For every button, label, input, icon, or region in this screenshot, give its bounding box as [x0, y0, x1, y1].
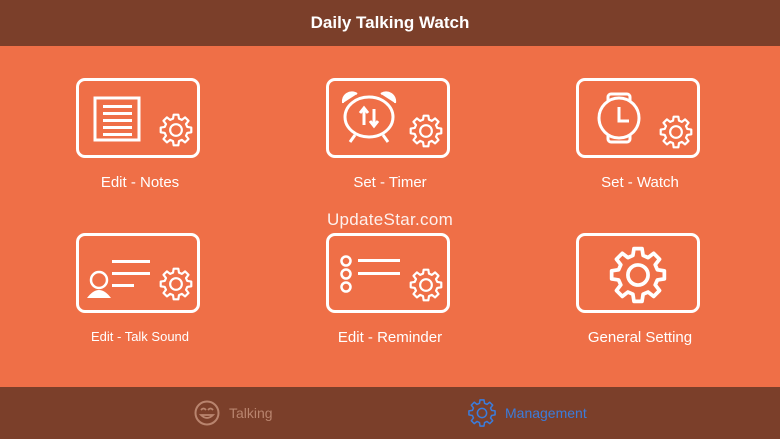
tile-edit-reminder[interactable]: Edit - Reminder — [263, 233, 517, 373]
general-setting-label: General Setting — [587, 329, 693, 346]
edit-notes-label: Edit - Notes — [100, 174, 180, 191]
edit-reminder-label: Edit - Reminder — [337, 329, 443, 346]
tile-edit-talk-sound[interactable]: Edit - Talk Sound — [13, 233, 267, 373]
set-watch-label: Set - Watch — [601, 174, 679, 191]
general-setting-button[interactable] — [576, 233, 700, 313]
tile-set-timer[interactable]: Set - Timer — [263, 78, 517, 218]
tab-management-label: Management — [505, 405, 587, 421]
app-title: Daily Talking Watch — [310, 13, 470, 32]
alarm-clock-settings-icon — [341, 91, 443, 148]
edit-reminder-button[interactable] — [326, 233, 450, 313]
watch-settings-icon — [597, 92, 693, 149]
edit-talk-sound-label: Edit - Talk Sound — [90, 329, 190, 344]
gear-icon — [609, 246, 667, 304]
checklist-settings-icon — [340, 255, 443, 302]
set-timer-label: Set - Timer — [353, 174, 427, 191]
speaker-settings-icon — [87, 260, 193, 301]
watermark: UpdateStar.com — [326, 210, 454, 229]
tile-general-setting[interactable]: General Setting — [513, 233, 767, 373]
edit-notes-button[interactable] — [76, 78, 200, 158]
gear-icon — [468, 399, 496, 427]
tab-talking-label: Talking — [229, 405, 273, 421]
tab-talking[interactable]: Talking — [193, 397, 273, 429]
tile-edit-notes[interactable]: Edit - Notes — [13, 78, 267, 218]
tile-set-watch[interactable]: Set - Watch — [513, 78, 767, 218]
smiley-face-icon — [194, 400, 220, 426]
notes-settings-icon — [93, 96, 193, 147]
tab-bar: Talking Management — [0, 387, 780, 439]
app-header: Daily Talking Watch — [0, 0, 780, 46]
set-timer-button[interactable] — [326, 78, 450, 158]
edit-talk-sound-button[interactable] — [76, 233, 200, 313]
set-watch-button[interactable] — [576, 78, 700, 158]
tab-management[interactable]: Management — [467, 397, 587, 429]
